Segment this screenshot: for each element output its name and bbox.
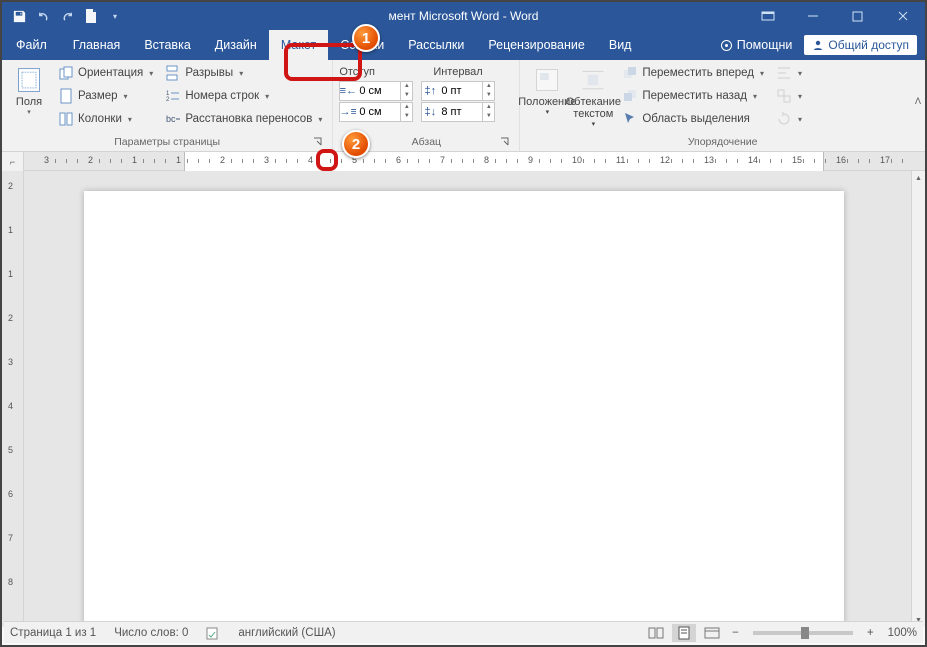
group-page-setup: Поля ▾ Ориентация▾ Размер▾ Колонки▾ Разр… xyxy=(2,60,333,151)
wrap-label: Обтекание текстом xyxy=(566,96,621,120)
tab-layout[interactable]: Макет xyxy=(269,30,328,60)
zoom-out-button[interactable]: − xyxy=(728,627,743,639)
send-backward-button: Переместить назад▾ xyxy=(618,85,768,107)
position-button: Положение▾ xyxy=(526,62,568,134)
tab-insert[interactable]: Вставка xyxy=(132,30,202,60)
qat-dropdown-icon[interactable]: ▾ xyxy=(106,7,124,25)
spacing-before-icon: ‡↑ xyxy=(422,85,438,97)
size-button[interactable]: Размер▾ xyxy=(54,85,157,107)
vertical-scrollbar[interactable]: ▲ ▼ xyxy=(911,171,925,627)
indent-left-spinner[interactable]: ≡←▲▼ xyxy=(339,81,413,101)
breaks-label: Разрывы xyxy=(185,67,233,79)
columns-label: Колонки xyxy=(78,113,122,125)
status-proofing-icon[interactable] xyxy=(206,626,220,640)
indent-left-icon: ≡← xyxy=(340,85,356,97)
status-page[interactable]: Страница 1 из 1 xyxy=(10,627,96,639)
zoom-slider[interactable] xyxy=(753,631,853,635)
ribbon-tabs: Файл Главная Вставка Дизайн Макет Ссылки… xyxy=(2,30,925,60)
maximize-button[interactable] xyxy=(835,2,880,30)
hyphenation-button[interactable]: bcРасстановка переносов▾ xyxy=(161,108,326,130)
indent-right-input[interactable] xyxy=(356,106,400,118)
quick-access-toolbar: ▾ xyxy=(2,7,132,25)
selection-pane-label: Область выделения xyxy=(642,113,750,125)
arrange-group-label: Упорядочение xyxy=(526,134,919,151)
collapse-ribbon-icon[interactable]: ᐱ xyxy=(915,96,921,107)
minimize-button[interactable] xyxy=(790,2,835,30)
share-label: Общий доступ xyxy=(828,38,909,52)
scroll-up-icon[interactable]: ▲ xyxy=(912,171,925,185)
selection-pane-button[interactable]: Область выделения xyxy=(618,108,768,130)
indent-right-icon: →≡ xyxy=(340,106,356,118)
group-button: ▾ xyxy=(772,85,806,107)
svg-text:2: 2 xyxy=(166,97,170,103)
paragraph-launcher[interactable] xyxy=(499,136,511,148)
ribbon-options-icon[interactable] xyxy=(745,2,790,30)
status-bar: Страница 1 из 1 Число слов: 0 английский… xyxy=(4,621,923,643)
view-print-icon[interactable] xyxy=(672,624,696,642)
window-title: мент Microsoft Word - Word xyxy=(389,9,539,23)
ribbon: Поля ▾ Ориентация▾ Размер▾ Колонки▾ Разр… xyxy=(2,60,925,152)
breaks-button[interactable]: Разрывы▾ xyxy=(161,62,326,84)
spacing-after-input[interactable] xyxy=(438,106,482,118)
align-button: ▾ xyxy=(772,62,806,84)
indent-left-input[interactable] xyxy=(356,85,400,97)
spacing-header: Интервал xyxy=(433,64,513,80)
columns-button[interactable]: Колонки▾ xyxy=(54,108,157,130)
status-words[interactable]: Число слов: 0 xyxy=(114,627,188,639)
vertical-ruler[interactable]: 21123456789 xyxy=(2,171,24,627)
annotation-number-2: 2 xyxy=(342,130,370,158)
line-numbers-button[interactable]: 12Номера строк▾ xyxy=(161,85,326,107)
hyphenation-label: Расстановка переносов xyxy=(185,113,312,125)
group-arrange: Положение▾ Обтекание текстом▾ Переместит… xyxy=(520,60,925,151)
page-setup-launcher[interactable] xyxy=(312,136,324,148)
indent-right-spinner[interactable]: →≡▲▼ xyxy=(339,102,413,122)
tell-me[interactable]: Помощни xyxy=(708,38,805,52)
tab-design[interactable]: Дизайн xyxy=(203,30,269,60)
spacing-before-spinner[interactable]: ‡↑▲▼ xyxy=(421,81,495,101)
margins-label: Поля xyxy=(16,96,42,108)
zoom-in-button[interactable]: + xyxy=(863,627,878,639)
margins-button[interactable]: Поля ▾ xyxy=(8,62,50,134)
window-controls xyxy=(745,2,925,30)
orientation-label: Ориентация xyxy=(78,67,143,79)
page-setup-group-label: Параметры страницы xyxy=(8,134,326,151)
svg-text:bc: bc xyxy=(166,114,176,124)
tab-home[interactable]: Главная xyxy=(61,30,133,60)
close-button[interactable] xyxy=(880,2,925,30)
tab-mailings[interactable]: Рассылки xyxy=(396,30,476,60)
line-numbers-label: Номера строк xyxy=(185,90,259,102)
orientation-button[interactable]: Ориентация▾ xyxy=(54,62,157,84)
share-button[interactable]: Общий доступ xyxy=(804,35,917,55)
workspace: 21123456789 ▲ ▼ xyxy=(2,171,925,627)
horizontal-ruler[interactable]: ⌐ 3211234567891011121314151617 xyxy=(2,152,925,171)
view-read-icon[interactable] xyxy=(644,624,668,642)
indent-header: Отступ xyxy=(339,64,425,80)
wrap-text-button: Обтекание текстом▾ xyxy=(572,62,614,134)
status-language[interactable]: английский (США) xyxy=(238,627,335,639)
undo-icon[interactable] xyxy=(34,7,52,25)
tab-view[interactable]: Вид xyxy=(597,30,644,60)
spacing-after-spinner[interactable]: ‡↓▲▼ xyxy=(421,102,495,122)
annotation-number-1: 1 xyxy=(352,24,380,52)
view-web-icon[interactable] xyxy=(700,624,724,642)
bring-forward-button: Переместить вперед▾ xyxy=(618,62,768,84)
send-backward-label: Переместить назад xyxy=(642,90,747,102)
spacing-before-input[interactable] xyxy=(438,85,482,97)
rotate-button: ▾ xyxy=(772,108,806,130)
ruler-corner[interactable]: ⌐ xyxy=(2,152,24,171)
spacing-after-icon: ‡↓ xyxy=(422,106,438,118)
tab-file[interactable]: Файл xyxy=(2,30,61,60)
size-label: Размер xyxy=(78,90,118,102)
tell-me-label: Помощни xyxy=(737,38,793,52)
zoom-level[interactable]: 100% xyxy=(888,627,917,639)
page[interactable] xyxy=(84,191,844,627)
bring-forward-label: Переместить вперед xyxy=(642,67,754,79)
new-doc-icon[interactable] xyxy=(82,7,100,25)
redo-icon[interactable] xyxy=(58,7,76,25)
document-canvas[interactable] xyxy=(24,171,925,627)
title-bar: ▾ мент Microsoft Word - Word xyxy=(2,2,925,30)
tab-review[interactable]: Рецензирование xyxy=(476,30,597,60)
save-icon[interactable] xyxy=(10,7,28,25)
